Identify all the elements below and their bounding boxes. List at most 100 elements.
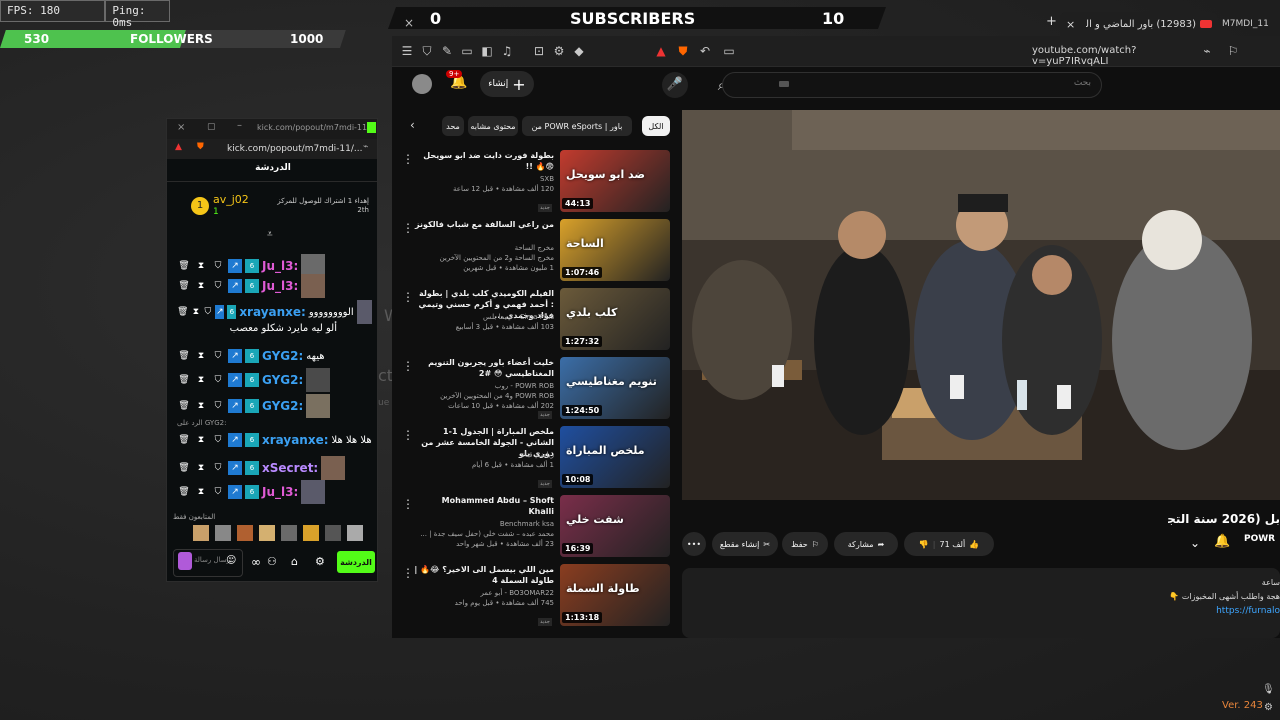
address-bar[interactable]: youtube.com/watch?v=yuP7IRvqALI: [1032, 45, 1192, 67]
chips-scroll-left-icon[interactable]: ‹: [410, 118, 415, 132]
timeout-icon[interactable]: ⧗: [194, 259, 208, 273]
extensions-icon[interactable]: ✎: [440, 44, 454, 58]
timeout-icon[interactable]: ⧗: [194, 485, 208, 499]
link-icon[interactable]: ⌁: [363, 142, 368, 152]
window-close-icon[interactable]: ×: [404, 16, 414, 30]
emote-icon[interactable]: [193, 525, 209, 541]
ban-icon[interactable]: ⛉: [211, 485, 225, 499]
video-list-item[interactable]: ⋮ من راعي السالفة مع شباب فالكونز مخرج الس…: [392, 219, 674, 283]
ban-icon[interactable]: ⛉: [211, 399, 225, 413]
like-icon[interactable]: 👍: [969, 540, 979, 549]
trash-icon[interactable]: 🗑: [177, 433, 191, 447]
new-tab-button[interactable]: +: [1046, 14, 1057, 29]
video-description[interactable]: ساعة هجة واطلب أشهى المخبوزات 👇 https://…: [682, 568, 1280, 638]
chip-more[interactable]: محد: [442, 116, 464, 136]
emote-icon[interactable]: [237, 525, 253, 541]
chat-username[interactable]: GYG2:: [262, 399, 303, 413]
settings-gear-icon[interactable]: ⚙: [315, 555, 325, 568]
scroll-down-icon[interactable]: ⩡: [267, 229, 273, 240]
chat-username[interactable]: Ju_l3:: [262, 259, 298, 273]
save-button[interactable]: حفظ ⚐: [782, 532, 828, 556]
video-list-item[interactable]: ⋮ بطولة فورت دايت ضد ابو سويحل 😨🔥 !! SXB 12…: [392, 150, 674, 214]
ban-icon[interactable]: ⛉: [211, 373, 225, 387]
chat-username[interactable]: xrayanxe:: [239, 305, 306, 319]
link-icon[interactable]: ⌁: [1200, 44, 1214, 58]
video-list-item[interactable]: ⋮ مين اللي بيسمل الى الاخير؟ 😂🔥 | طاولة ا…: [392, 564, 674, 628]
infinity-icon[interactable]: ∞: [251, 555, 261, 569]
search-input[interactable]: بحث: [722, 72, 1102, 98]
pip-icon[interactable]: ▭: [722, 44, 736, 58]
tab-kick[interactable]: M7MDI_11: [1222, 12, 1280, 36]
chat-username[interactable]: GYG2:: [262, 373, 303, 387]
brave-rewards-icon[interactable]: ▲: [175, 142, 182, 152]
kick-minimize-icon[interactable]: –: [237, 120, 242, 131]
brave-rewards-icon[interactable]: ▲: [654, 44, 668, 58]
tabs-icon[interactable]: ▭: [460, 44, 474, 58]
chat-input[interactable]: إرسال رسالة ☺: [173, 549, 243, 577]
ban-icon[interactable]: ⛉: [211, 461, 225, 475]
timeout-icon[interactable]: ⧗: [194, 461, 208, 475]
clip-button[interactable]: إنشاء مقطع ✂: [712, 532, 778, 556]
shield-icon[interactable]: ⛉: [420, 44, 434, 58]
tab-close-icon[interactable]: ×: [1066, 18, 1075, 31]
screenshot-icon[interactable]: ⊡: [532, 44, 546, 58]
video-list-item[interactable]: ⋮ الفيلم الكوميدي كلب بلدي | بطولة : أحمد…: [392, 288, 674, 352]
menu-icon[interactable]: ☰: [400, 44, 414, 58]
chevron-down-icon[interactable]: ⌄: [1190, 536, 1200, 550]
tab-youtube[interactable]: × (12983) باور الماضي و المستق...: [1060, 12, 1218, 36]
more-actions-button[interactable]: •••: [682, 532, 706, 556]
users-icon[interactable]: ⚇: [267, 555, 277, 568]
chat-username[interactable]: Ju_l3:: [262, 279, 298, 293]
ban-icon[interactable]: ⛉: [203, 305, 212, 319]
send-chat-button[interactable]: الدردشة: [337, 551, 375, 573]
store-icon[interactable]: ⌂: [291, 555, 298, 568]
video-more-icon[interactable]: ⋮: [402, 428, 414, 442]
video-more-icon[interactable]: ⋮: [402, 152, 414, 166]
trash-icon[interactable]: 🗑: [177, 373, 191, 387]
emote-icon[interactable]: [281, 525, 297, 541]
chat-username[interactable]: xrayanxe:: [262, 433, 329, 447]
bookmark-icon[interactable]: ⚐: [1226, 44, 1240, 58]
video-more-icon[interactable]: ⋮: [402, 221, 414, 235]
trash-icon[interactable]: 🗑: [177, 399, 191, 413]
avatar[interactable]: [412, 74, 432, 94]
timeout-icon[interactable]: ⧗: [194, 399, 208, 413]
brave-lion-icon[interactable]: ⛊: [197, 142, 204, 152]
trash-icon[interactable]: 🗑: [177, 259, 191, 273]
emote-icon[interactable]: [347, 525, 363, 541]
kick-maximize-icon[interactable]: ▢: [207, 122, 216, 132]
emote-icon[interactable]: [215, 525, 231, 541]
ban-icon[interactable]: ⛉: [211, 433, 225, 447]
trash-icon[interactable]: 🗑: [177, 485, 191, 499]
ban-icon[interactable]: ⛉: [211, 259, 225, 273]
timeout-icon[interactable]: ⧗: [194, 349, 208, 363]
video-more-icon[interactable]: ⋮: [402, 359, 414, 373]
kick-close-icon[interactable]: ×: [177, 122, 185, 133]
subscribed-bell-icon[interactable]: 🔔: [1214, 534, 1230, 549]
kick-address[interactable]: kick.com/popout/m7mdi-11/...: [227, 144, 362, 154]
dislike-icon[interactable]: 👎: [919, 540, 929, 549]
sidebar-icon[interactable]: ◧: [480, 44, 494, 58]
video-more-icon[interactable]: ⋮: [402, 290, 414, 304]
trash-icon[interactable]: 🗑: [177, 305, 188, 319]
video-list-item[interactable]: ⋮ خليت أعضاء باور يجربون التنويم المغناطي…: [392, 357, 674, 421]
desc-link[interactable]: https://furnalo: [1216, 606, 1280, 616]
trash-icon[interactable]: 🗑: [177, 349, 191, 363]
chip-from-channel[interactable]: من POWR eSports | باور: [522, 116, 632, 136]
ban-icon[interactable]: ⛉: [211, 279, 225, 293]
sticker-icon[interactable]: [178, 552, 192, 570]
video-more-icon[interactable]: ⋮: [402, 497, 414, 511]
trash-icon[interactable]: 🗑: [177, 279, 191, 293]
chat-username[interactable]: GYG2:: [262, 349, 303, 363]
timeout-icon[interactable]: ⧗: [194, 433, 208, 447]
emoji-icon[interactable]: ☺: [226, 555, 236, 566]
video-player[interactable]: [682, 110, 1280, 500]
brave-lion-icon[interactable]: ⛊: [676, 44, 690, 58]
share-button[interactable]: مشاركة ➦: [834, 532, 898, 556]
create-button[interactable]: إنشاء +: [480, 71, 534, 97]
timeout-icon[interactable]: ⧗: [194, 279, 208, 293]
back-icon[interactable]: ↶: [698, 44, 712, 58]
timeout-icon[interactable]: ⧗: [191, 305, 200, 319]
video-more-icon[interactable]: ⋮: [402, 566, 414, 580]
emote-icon[interactable]: [325, 525, 341, 541]
